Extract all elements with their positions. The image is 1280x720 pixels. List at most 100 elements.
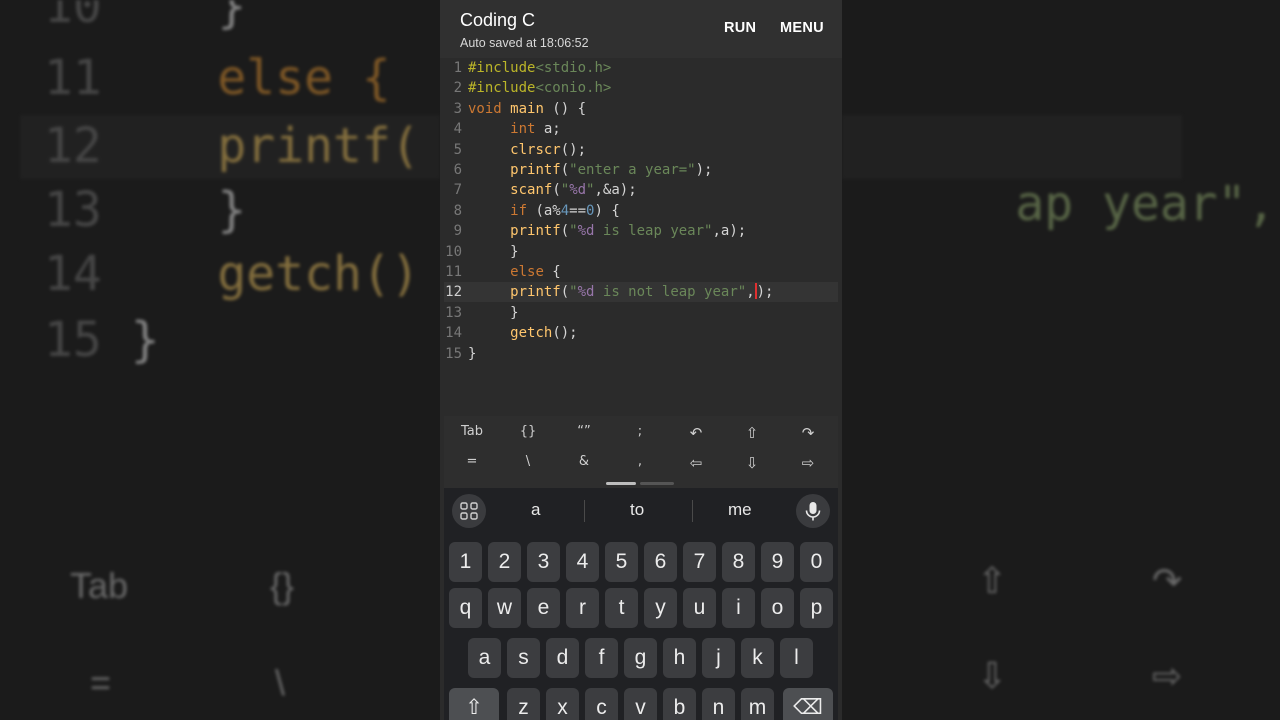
code-token: <conio.h> <box>535 80 612 97</box>
key-5[interactable]: 5 <box>605 542 638 582</box>
key-t[interactable]: t <box>605 588 638 628</box>
semicolon-key[interactable]: ; <box>612 424 668 439</box>
key-g[interactable]: g <box>624 638 657 678</box>
backspace-key-icon[interactable]: ⌫ <box>783 688 833 720</box>
key-i[interactable]: i <box>722 588 755 628</box>
code-line[interactable]: 8 if (a%4==0) { <box>444 201 838 221</box>
code-line[interactable]: 13 } <box>444 303 838 323</box>
code-token: ( <box>560 284 570 301</box>
code-token: ( <box>560 223 570 240</box>
code-line[interactable]: 11 else { <box>444 262 838 282</box>
code-line[interactable]: 12 printf("%d is not leap year",); <box>444 282 838 303</box>
undo-icon[interactable]: ↶ <box>668 424 724 442</box>
code-token: %d <box>569 182 587 199</box>
key-z[interactable]: z <box>507 688 540 720</box>
code-line[interactable]: 5 clrscr(); <box>444 140 838 160</box>
run-button[interactable]: RUN <box>724 20 756 36</box>
key-6[interactable]: 6 <box>644 542 677 582</box>
key-o[interactable]: o <box>761 588 794 628</box>
code-token: ); <box>695 162 713 178</box>
autosave-status: Auto saved at 18:06:52 <box>460 36 589 50</box>
code-token: %d <box>577 223 595 240</box>
background-cursor-right-icon: ⇨ <box>1152 655 1183 696</box>
key-x[interactable]: x <box>546 688 579 720</box>
key-y[interactable]: y <box>644 588 677 628</box>
grid-icon[interactable] <box>452 494 486 528</box>
key-n[interactable]: n <box>702 688 735 720</box>
code-token: is not leap year" <box>594 284 747 301</box>
backslash-key[interactable]: \ <box>500 454 556 469</box>
braces-key[interactable]: {} <box>500 424 556 439</box>
line-number: 13 <box>445 304 462 321</box>
code-token: clrscr <box>510 141 561 158</box>
key-r[interactable]: r <box>566 588 599 628</box>
key-l[interactable]: l <box>780 638 813 678</box>
key-0[interactable]: 0 <box>800 542 833 582</box>
cursor-up-icon[interactable]: ⇧ <box>724 424 780 442</box>
key-k[interactable]: k <box>741 638 774 678</box>
equals-key[interactable]: = <box>444 454 500 469</box>
line-number: 15 <box>445 345 462 362</box>
key-9[interactable]: 9 <box>761 542 794 582</box>
code-token: <stdio.h> <box>535 60 612 76</box>
background-line-number: 15 <box>44 312 102 368</box>
background-line-number: 10 <box>44 0 102 34</box>
key-2[interactable]: 2 <box>488 542 521 582</box>
code-token: ) { <box>594 202 620 219</box>
code-line[interactable]: 3 void main () { <box>444 99 838 119</box>
background-code-line: 13 } <box>44 182 246 238</box>
tab-key[interactable]: Tab <box>444 424 500 439</box>
redo-icon[interactable]: ↷ <box>780 424 836 442</box>
key-a[interactable]: a <box>468 638 501 678</box>
key-d[interactable]: d <box>546 638 579 678</box>
key-f[interactable]: f <box>585 638 618 678</box>
code-editor[interactable]: 1 #include<stdio.h> 2 #include<conio.h> 3 voi… <box>444 58 838 416</box>
code-token: , <box>746 284 755 301</box>
key-4[interactable]: 4 <box>566 542 599 582</box>
code-line[interactable]: 9 printf("%d is leap year",a); <box>444 221 838 241</box>
code-token: #include <box>468 60 536 76</box>
key-b[interactable]: b <box>663 688 696 720</box>
key-u[interactable]: u <box>683 588 716 628</box>
microphone-icon[interactable] <box>796 494 830 528</box>
key-s[interactable]: s <box>507 638 540 678</box>
suggestion-2[interactable]: to <box>630 500 644 520</box>
key-1[interactable]: 1 <box>449 542 482 582</box>
key-c[interactable]: c <box>585 688 618 720</box>
key-7[interactable]: 7 <box>683 542 716 582</box>
key-j[interactable]: j <box>702 638 735 678</box>
key-v[interactable]: v <box>624 688 657 720</box>
key-h[interactable]: h <box>663 638 696 678</box>
key-p[interactable]: p <box>800 588 833 628</box>
code-line[interactable]: 7 scanf("%d",&a); <box>444 180 838 200</box>
background-line-number: 11 <box>44 50 102 106</box>
menu-button[interactable]: MENU <box>780 20 824 36</box>
code-line[interactable]: 10 } <box>444 242 838 262</box>
key-e[interactable]: e <box>527 588 560 628</box>
key-8[interactable]: 8 <box>722 542 755 582</box>
key-w[interactable]: w <box>488 588 521 628</box>
code-token: ( <box>552 182 561 199</box>
cursor-right-icon[interactable]: ⇨ <box>780 454 836 472</box>
code-line[interactable]: 14 getch(); <box>444 323 838 343</box>
background-left-panel: 10 } 11 else {12 printf(13 } 14 getch() 15 … <box>0 0 440 720</box>
key-m[interactable]: m <box>741 688 774 720</box>
comma-key[interactable]: , <box>612 454 668 469</box>
suggestion-1[interactable]: a <box>531 500 540 520</box>
quotes-key[interactable]: “” <box>556 424 612 439</box>
suggestion-3[interactable]: me <box>728 500 752 520</box>
code-line[interactable]: 6 printf("enter a year="); <box>444 160 838 180</box>
code-line[interactable]: 1 #include<stdio.h> <box>444 58 838 78</box>
key-3[interactable]: 3 <box>527 542 560 582</box>
ampersand-key[interactable]: & <box>556 454 612 469</box>
cursor-left-icon[interactable]: ⇦ <box>668 454 724 472</box>
code-line[interactable]: 15} <box>444 344 838 364</box>
key-q[interactable]: q <box>449 588 482 628</box>
code-line[interactable]: 2 #include<conio.h> <box>444 78 838 98</box>
background-right-panel: ap year",); ⇧ ↷ ⇩ ⇨ <box>842 0 1280 720</box>
code-line[interactable]: 4 int a; <box>444 119 838 139</box>
cursor-down-icon[interactable]: ⇩ <box>724 454 780 472</box>
shift-key-icon[interactable]: ⇧ <box>449 688 499 720</box>
